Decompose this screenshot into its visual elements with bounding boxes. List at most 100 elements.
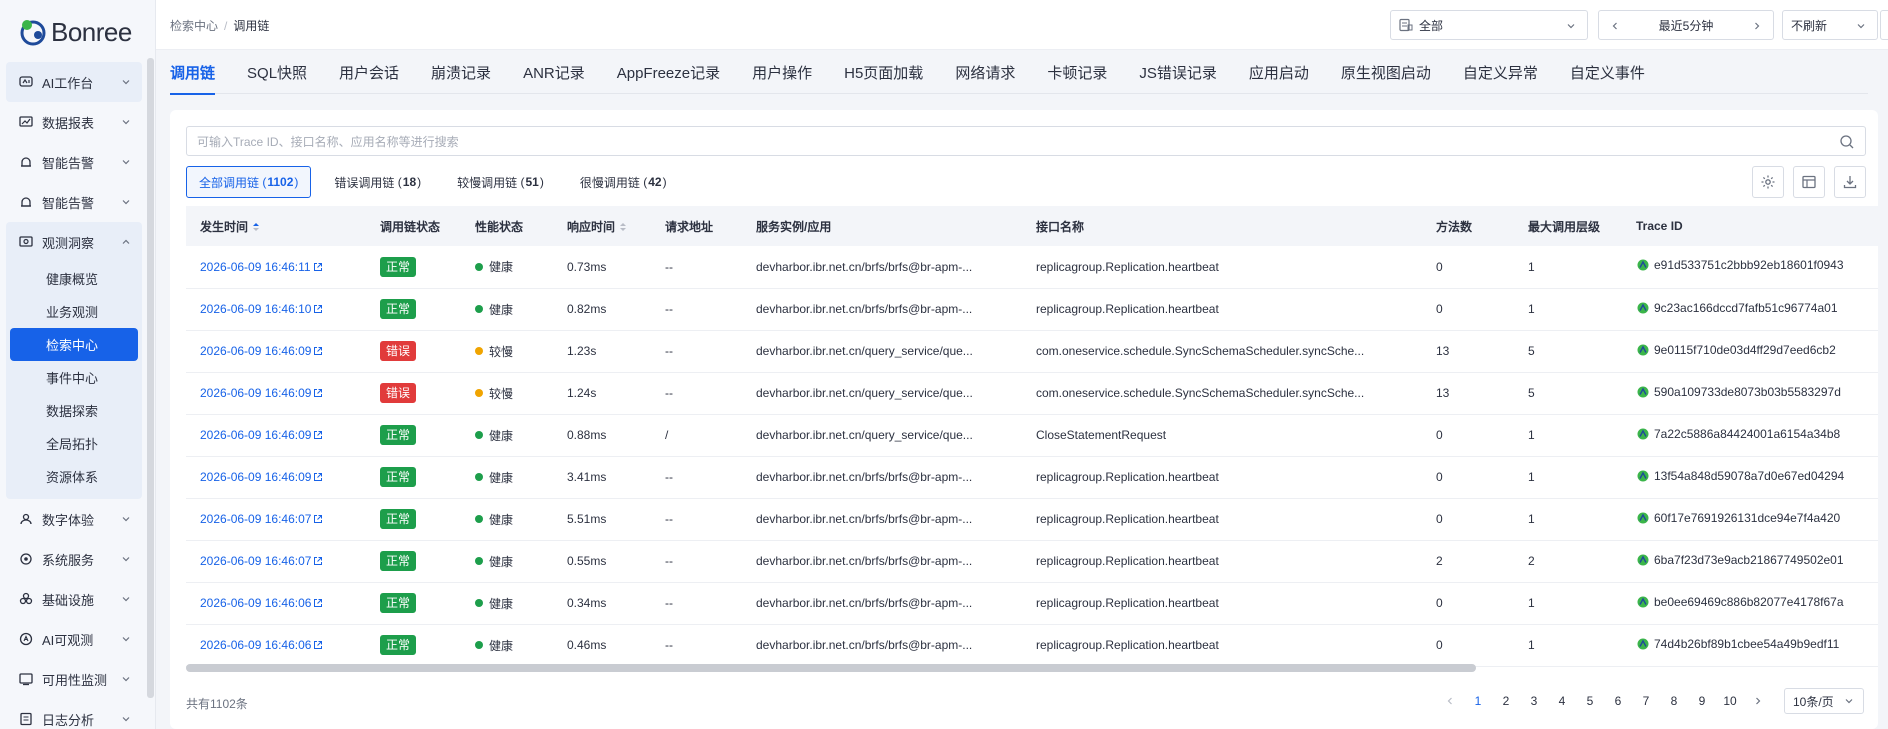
external-link-icon[interactable] xyxy=(313,472,323,482)
time-link[interactable]: 2026-06-09 16:46:10 xyxy=(200,302,323,316)
trace-id-text[interactable]: 9c23ac166dccd7fafb51c96774a01 xyxy=(1654,301,1838,315)
table-row[interactable]: 2026-06-09 16:46:06 正常 健康 0.46ms -- devharbor… xyxy=(186,624,1878,667)
tab-h5-page-load[interactable]: H5页面加载 xyxy=(844,52,923,94)
tab-native-view-launch[interactable]: 原生视图启动 xyxy=(1341,52,1431,94)
filter-all-traces[interactable]: 全部调用链 (1102) xyxy=(186,166,312,198)
search-input[interactable]: 可输入Trace ID、接口名称、应用名称等进行搜索 xyxy=(186,126,1866,156)
page-number[interactable]: 9 xyxy=(1688,689,1716,713)
table-row[interactable]: 2026-06-09 16:46:07 正常 健康 5.51ms -- devharbor… xyxy=(186,498,1878,541)
table-row[interactable]: 2026-06-09 16:46:09 正常 健康 3.41ms -- devharbor… xyxy=(186,456,1878,499)
columns-button[interactable] xyxy=(1793,166,1825,198)
filter-very-slow-traces[interactable]: 很慢调用链 (42) xyxy=(567,166,680,198)
page-number[interactable]: 2 xyxy=(1492,689,1520,713)
sidebar-item-digital-experience[interactable]: 数字体验 xyxy=(6,499,142,539)
page-number[interactable]: 6 xyxy=(1604,689,1632,713)
time-link[interactable]: 2026-06-09 16:46:09 xyxy=(200,386,323,400)
external-link-icon[interactable] xyxy=(313,598,323,608)
trace-id-text[interactable]: e91d533751c2bbb92eb18601f0943 xyxy=(1654,258,1844,272)
sidebar-item-system-service[interactable]: 系统服务 xyxy=(6,539,142,579)
tab-custom-exception[interactable]: 自定义异常 xyxy=(1463,52,1538,94)
sidebar-subitem-resources[interactable]: 资源体系 xyxy=(10,460,138,493)
trace-id-text[interactable]: 7a22c5886a84424001a6154a34b8 xyxy=(1654,427,1840,441)
sidebar-subitem-health[interactable]: 健康概览 xyxy=(10,262,138,295)
sidebar-subitem-topology[interactable]: 全局拓扑 xyxy=(10,427,138,460)
external-link-icon[interactable] xyxy=(313,514,323,524)
tab-sql-snapshot[interactable]: SQL快照 xyxy=(247,52,307,94)
time-link[interactable]: 2026-06-09 16:46:06 xyxy=(200,638,323,652)
time-link[interactable]: 2026-06-09 16:46:07 xyxy=(200,554,323,568)
trace-id-text[interactable]: 74d4b26bf89b1cbee54a49b9edf11 xyxy=(1654,637,1839,651)
sidebar-item-ai-observe[interactable]: AI可观测 xyxy=(6,619,142,659)
refresh-select[interactable]: 不刷新 xyxy=(1782,10,1878,40)
sort-icon[interactable] xyxy=(252,221,260,233)
tab-custom-event[interactable]: 自定义事件 xyxy=(1570,52,1645,94)
page-number[interactable]: 3 xyxy=(1520,689,1548,713)
filter-slow-traces[interactable]: 较慢调用链 (51) xyxy=(444,166,557,198)
scrollbar-thumb[interactable] xyxy=(186,664,1476,672)
trace-id-text[interactable]: 6ba7f23d73e9acb21867749502e01 xyxy=(1654,553,1844,567)
tab-js-error[interactable]: JS错误记录 xyxy=(1139,52,1217,94)
sidebar-item-infrastructure[interactable]: 基础设施 xyxy=(6,579,142,619)
table-row[interactable]: 2026-06-09 16:46:09 错误 较慢 1.24s -- devharbor.… xyxy=(186,372,1878,415)
col-time[interactable]: 发生时间 xyxy=(186,206,366,246)
table-row[interactable]: 2026-06-09 16:46:09 错误 较慢 1.23s -- devharbor.… xyxy=(186,330,1878,373)
table-row[interactable]: 2026-06-09 16:46:11 正常 健康 0.73ms -- devharbor… xyxy=(186,246,1878,289)
tab-network-request[interactable]: 网络请求 xyxy=(955,52,1015,94)
page-number[interactable]: 5 xyxy=(1576,689,1604,713)
sort-icon[interactable] xyxy=(619,221,627,233)
trace-id-text[interactable]: 590a109733de8073b03b5583297d xyxy=(1654,385,1841,399)
page-number[interactable]: 1 xyxy=(1464,689,1492,713)
tab-anr[interactable]: ANR记录 xyxy=(523,52,585,94)
external-link-icon[interactable] xyxy=(313,640,323,650)
sidebar-subitem-events[interactable]: 事件中心 xyxy=(10,361,138,394)
table-row[interactable]: 2026-06-09 16:46:06 正常 健康 0.34ms -- devharbor… xyxy=(186,582,1878,625)
time-link[interactable]: 2026-06-09 16:46:09 xyxy=(200,344,323,358)
tab-trace[interactable]: 调用链 xyxy=(170,52,216,95)
prev-page-button[interactable] xyxy=(1436,689,1464,713)
sidebar-item-alerts[interactable]: 智能告警 xyxy=(6,142,142,182)
chevron-left-icon[interactable] xyxy=(1609,20,1621,32)
external-link-icon[interactable] xyxy=(313,556,323,566)
filter-error-traces[interactable]: 错误调用链 (18) xyxy=(321,166,434,198)
breadcrumb-item[interactable]: 检索中心 xyxy=(170,19,218,33)
external-link-icon[interactable] xyxy=(313,388,323,398)
tab-jank[interactable]: 卡顿记录 xyxy=(1047,52,1107,94)
sidebar-subitem-business[interactable]: 业务观测 xyxy=(10,295,138,328)
trace-id-text[interactable]: be0ee69469c886b82077e4178f67a xyxy=(1654,595,1844,609)
time-link[interactable]: 2026-06-09 16:46:09 xyxy=(200,470,323,484)
time-range-select[interactable]: 最近5分钟 xyxy=(1598,10,1774,40)
external-link-icon[interactable] xyxy=(313,304,323,314)
sidebar-subitem-data-explore[interactable]: 数据探索 xyxy=(10,394,138,427)
trace-id-text[interactable]: 60f17e7691926131dce94e7f4a420 xyxy=(1654,511,1840,525)
time-link[interactable]: 2026-06-09 16:46:11 xyxy=(200,260,323,274)
scope-select[interactable]: 全部 xyxy=(1390,10,1588,40)
chevron-right-icon[interactable] xyxy=(1751,20,1763,32)
brand-logo[interactable]: Bonree xyxy=(18,17,132,47)
tab-appfreeze[interactable]: AppFreeze记录 xyxy=(617,52,720,94)
external-link-icon[interactable] xyxy=(313,262,323,272)
sidebar-subitem-search-center[interactable]: 检索中心 xyxy=(10,328,138,361)
time-link[interactable]: 2026-06-09 16:46:09 xyxy=(200,428,323,442)
external-link-icon[interactable] xyxy=(313,346,323,356)
sidebar-item-availability[interactable]: 可用性监测 xyxy=(6,659,142,699)
page-number[interactable]: 7 xyxy=(1632,689,1660,713)
external-link-icon[interactable] xyxy=(313,430,323,440)
page-number[interactable]: 8 xyxy=(1660,689,1688,713)
sidebar-scrollbar[interactable] xyxy=(147,58,154,698)
page-number[interactable]: 10 xyxy=(1716,689,1744,713)
time-link[interactable]: 2026-06-09 16:46:06 xyxy=(200,596,323,610)
search-icon[interactable] xyxy=(1839,134,1855,150)
page-size-select[interactable]: 10条/页 xyxy=(1784,688,1864,714)
page-number[interactable]: 4 xyxy=(1548,689,1576,713)
reload-button[interactable] xyxy=(1880,10,1888,40)
sidebar-item-alerts-2[interactable]: 智能告警 xyxy=(6,182,142,222)
tab-user-session[interactable]: 用户会话 xyxy=(339,52,399,94)
sidebar-item-observe[interactable]: 观测洞察 xyxy=(6,222,142,262)
tab-user-action[interactable]: 用户操作 xyxy=(752,52,812,94)
settings-button[interactable] xyxy=(1752,166,1784,198)
trace-id-text[interactable]: 9e0115f710de03d4ff29d7eed6cb2 xyxy=(1654,343,1836,357)
trace-id-text[interactable]: 13f54a848d59078a7d0e67ed04294 xyxy=(1654,469,1844,483)
next-page-button[interactable] xyxy=(1744,689,1772,713)
tab-crash[interactable]: 崩溃记录 xyxy=(431,52,491,94)
tab-app-launch[interactable]: 应用启动 xyxy=(1249,52,1309,94)
